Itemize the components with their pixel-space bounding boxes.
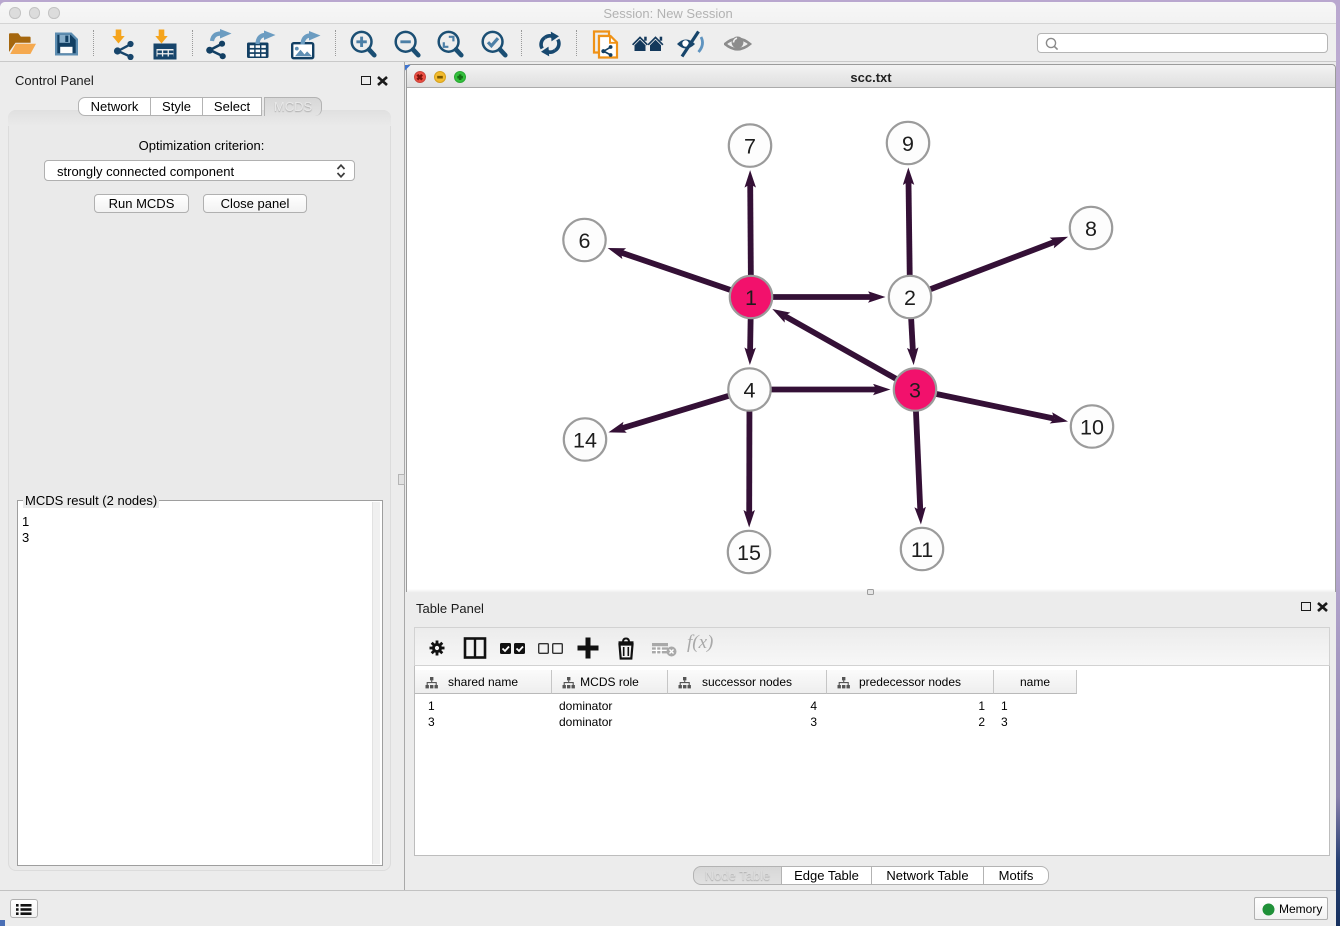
svg-text:1: 1 — [745, 286, 757, 310]
svg-text:15: 15 — [737, 541, 761, 565]
svg-text:3: 3 — [909, 379, 921, 403]
svg-text:9: 9 — [902, 132, 914, 156]
svg-text:14: 14 — [573, 429, 597, 453]
svg-text:6: 6 — [579, 229, 591, 253]
svg-text:11: 11 — [911, 538, 933, 562]
svg-text:8: 8 — [1085, 217, 1097, 241]
svg-text:4: 4 — [744, 379, 756, 403]
svg-text:10: 10 — [1080, 416, 1104, 440]
svg-text:2: 2 — [904, 286, 916, 310]
svg-text:7: 7 — [744, 135, 756, 159]
